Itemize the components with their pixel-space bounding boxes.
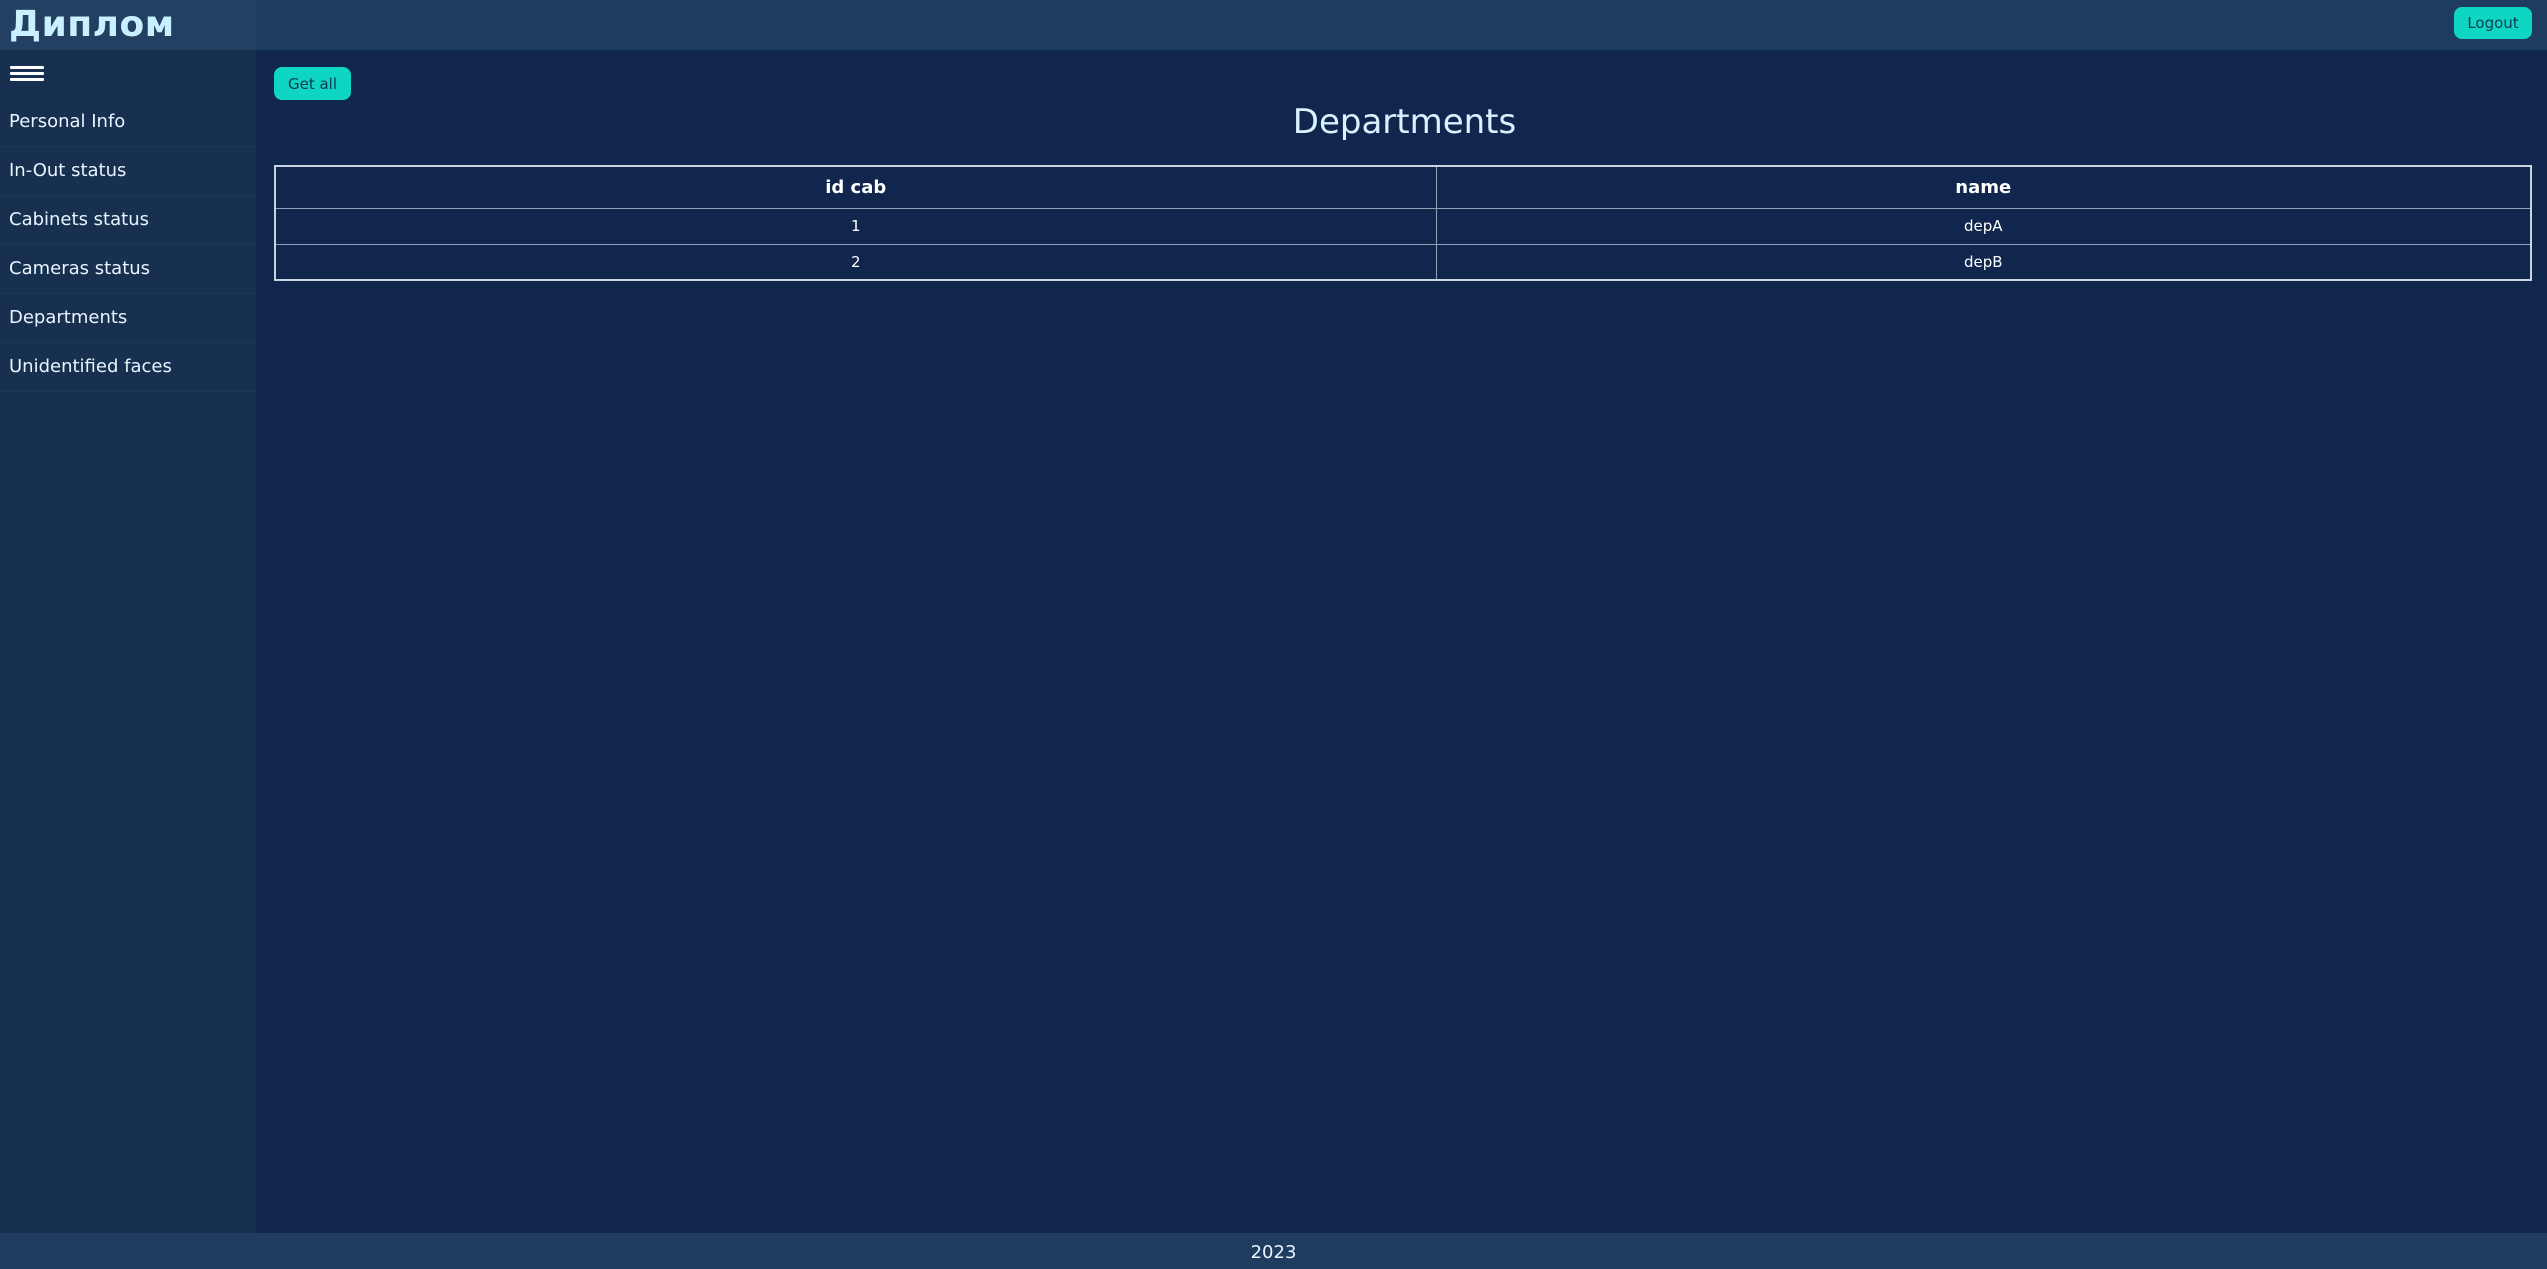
sidebar-item-unidentified-faces[interactable]: Unidentified faces bbox=[0, 343, 256, 392]
top-header: Диплом Logout bbox=[0, 0, 2547, 50]
cell-name: depB bbox=[1435, 243, 2532, 281]
sidebar-item-in-out-status[interactable]: In-Out status bbox=[0, 147, 256, 196]
logout-button[interactable]: Logout bbox=[2454, 7, 2532, 39]
main-content: Get all Departments id cab name 1 depA 2… bbox=[256, 50, 2547, 1233]
hamburger-menu-icon[interactable] bbox=[10, 66, 44, 84]
sidebar-nav: Personal Info In-Out status Cabinets sta… bbox=[0, 98, 256, 392]
sidebar-item-cameras-status[interactable]: Cameras status bbox=[0, 245, 256, 294]
footer: 2023 bbox=[0, 1233, 2547, 1269]
app-root: Диплом Logout Personal Info In-Out statu… bbox=[0, 0, 2547, 1269]
departments-table: id cab name 1 depA 2 depB bbox=[274, 165, 2532, 281]
page-title: Departments bbox=[1292, 102, 1517, 142]
get-all-button[interactable]: Get all bbox=[274, 67, 351, 100]
table-row: 2 depB bbox=[274, 243, 2532, 281]
sidebar-item-personal-info[interactable]: Personal Info bbox=[0, 98, 256, 147]
sidebar-item-cabinets-status[interactable]: Cabinets status bbox=[0, 196, 256, 245]
cell-name: depA bbox=[1435, 207, 2532, 245]
table-header-row: id cab name bbox=[274, 165, 2532, 209]
cell-id-cab: 2 bbox=[274, 243, 1437, 281]
table-row: 1 depA bbox=[274, 207, 2532, 245]
column-header-id-cab: id cab bbox=[274, 165, 1437, 209]
cell-id-cab: 1 bbox=[274, 207, 1437, 245]
column-header-name: name bbox=[1435, 165, 2532, 209]
sidebar: Personal Info In-Out status Cabinets sta… bbox=[0, 50, 256, 1233]
brand-title: Диплом bbox=[0, 0, 256, 50]
sidebar-item-departments[interactable]: Departments bbox=[0, 294, 256, 343]
